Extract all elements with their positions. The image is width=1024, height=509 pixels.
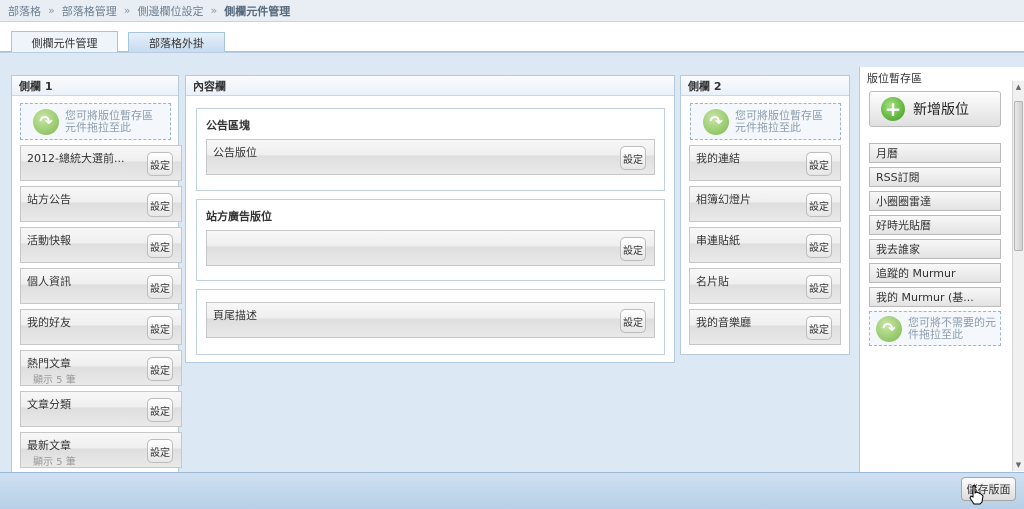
staging-item[interactable]: 小圈圈雷達 — [869, 191, 1001, 211]
settings-button[interactable]: 設定 — [620, 146, 646, 170]
staging-item[interactable]: RSS訂閱 — [869, 167, 1001, 187]
content-section: 站方廣告版位 設定 — [196, 199, 665, 281]
drop-arrow-icon: ↷ — [33, 108, 59, 135]
widget-label: 名片貼 — [696, 275, 729, 288]
scroll-down-icon[interactable]: ▼ — [1013, 459, 1024, 471]
breadcrumb-separator: » — [123, 4, 131, 17]
widget-label: 相簿幻燈片 — [696, 193, 751, 206]
settings-button[interactable]: 設定 — [147, 439, 173, 463]
section-title: 公告區塊 — [206, 119, 250, 132]
widget-item[interactable]: 頁尾描述 設定 — [206, 302, 655, 338]
breadcrumb-separator: » — [48, 4, 55, 17]
settings-button[interactable]: 設定 — [147, 357, 173, 381]
staging-item[interactable]: 月曆 — [869, 143, 1001, 163]
section-title: 站方廣告版位 — [206, 210, 272, 223]
sidebar-2-title: 側欄 2 — [681, 76, 849, 96]
widget-item[interactable]: 我的連結 設定 — [689, 145, 841, 181]
breadcrumb: 部落格 » 部落格管理 » 側邊欄位設定 » 側欄元件管理 — [0, 0, 1024, 22]
settings-button[interactable]: 設定 — [806, 193, 832, 217]
widget-item[interactable]: 串連貼紙 設定 — [689, 227, 841, 263]
widget-label: 文章分類 — [27, 398, 71, 411]
footer-bar — [0, 472, 1024, 509]
widget-label: 熱門文章 — [27, 357, 71, 370]
widget-label: 2012-總統大選前... — [27, 152, 125, 165]
settings-button[interactable]: 設定 — [147, 193, 173, 217]
sidebar-2-drop-zone[interactable]: ↷ 您可將版位暫存區 元件拖拉至此 — [690, 103, 841, 140]
breadcrumb-separator: » — [210, 4, 218, 17]
widget-label: 頁尾描述 — [213, 309, 257, 322]
sidebar-2-panel: 側欄 2 ↷ 您可將版位暫存區 元件拖拉至此 我的連結 設定 相簿幻燈片 設定 串連貼… — [680, 75, 850, 355]
staging-item[interactable]: 我的 Murmur (基... — [869, 287, 1001, 307]
widget-label: 個人資訊 — [27, 275, 71, 288]
widget-item[interactable]: 站方公告 設定 — [20, 186, 182, 222]
widget-item[interactable]: 最新文章顯示 5 筆 設定 — [20, 432, 182, 468]
widget-item[interactable]: 名片貼 設定 — [689, 268, 841, 304]
staging-area: 版位暫存區 + 新增版位 月曆 RSS訂閱 小圈圈雷達 好時光貼曆 我去誰家 追… — [859, 67, 1024, 473]
breadcrumb-sidebar-settings[interactable]: 側邊欄位設定 — [137, 3, 203, 19]
settings-button[interactable]: 設定 — [147, 316, 173, 340]
widget-label: 我的音樂廳 — [696, 316, 751, 329]
content-section: 公告區塊 公告版位 設定 — [196, 108, 665, 191]
widget-item[interactable]: 我的音樂廳 設定 — [689, 309, 841, 345]
settings-button[interactable]: 設定 — [147, 275, 173, 299]
staging-scrollbar[interactable]: ▲ ▼ — [1012, 81, 1024, 471]
add-widget-button[interactable]: + 新增版位 — [869, 91, 1001, 127]
settings-button[interactable]: 設定 — [147, 398, 173, 422]
scroll-up-icon[interactable]: ▲ — [1013, 81, 1024, 93]
settings-button[interactable]: 設定 — [147, 152, 173, 176]
tab-widget-manage[interactable]: 側欄元件管理 — [11, 31, 118, 53]
staging-drop-zone[interactable]: ↷ 您可將不需要的元 件拖拉至此 — [869, 311, 1001, 346]
staging-item[interactable]: 好時光貼曆 — [869, 215, 1001, 235]
content-title: 內容欄 — [186, 76, 674, 96]
widget-label: 站方公告 — [27, 193, 71, 206]
widget-label: 活動快報 — [27, 234, 71, 247]
tab-blog-plugins[interactable]: 部落格外掛 — [128, 32, 225, 53]
settings-button[interactable]: 設定 — [147, 234, 173, 258]
widget-item[interactable]: 活動快報 設定 — [20, 227, 182, 263]
widget-subtext: 顯示 5 筆 — [33, 457, 76, 468]
widget-label: 公告版位 — [213, 146, 257, 159]
widget-item[interactable]: 個人資訊 設定 — [20, 268, 182, 304]
content-panel: 內容欄 公告區塊 公告版位 設定 站方廣告版位 設定 頁尾描述 設定 — [185, 75, 675, 363]
widget-item[interactable]: 相簿幻燈片 設定 — [689, 186, 841, 222]
sidebar-1-title: 側欄 1 — [12, 76, 178, 96]
layout-workspace: 側欄 1 ↷ 您可將版位暫存區 元件拖拉至此 2012-總統大選前... 設定 站方… — [0, 52, 1024, 473]
widget-item[interactable]: 熱門文章顯示 5 筆 設定 — [20, 350, 182, 386]
drop-hint-line2: 元件拖拉至此 — [735, 120, 801, 134]
settings-button[interactable]: 設定 — [806, 275, 832, 299]
sidebar-1-panel: 側欄 1 ↷ 您可將版位暫存區 元件拖拉至此 2012-總統大選前... 設定 站方… — [11, 75, 182, 473]
breadcrumb-blog[interactable]: 部落格 — [8, 3, 41, 19]
drop-arrow-icon: ↷ — [876, 315, 902, 342]
hand-cursor-icon — [969, 485, 984, 505]
drop-hint-line2: 元件拖拉至此 — [65, 120, 131, 134]
staging-item[interactable]: 追蹤的 Murmur — [869, 263, 1001, 283]
widget-subtext: 顯示 5 筆 — [33, 375, 76, 386]
add-widget-label: 新增版位 — [913, 102, 969, 118]
widget-label: 我的連結 — [696, 152, 740, 165]
scrollbar-thumb[interactable] — [1014, 101, 1023, 251]
sidebar-1-drop-zone[interactable]: ↷ 您可將版位暫存區 元件拖拉至此 — [20, 103, 171, 140]
breadcrumb-current: 側欄元件管理 — [224, 4, 291, 18]
plus-icon: + — [881, 97, 905, 121]
widget-label: 串連貼紙 — [696, 234, 740, 247]
settings-button[interactable]: 設定 — [806, 234, 832, 258]
widget-item[interactable]: 公告版位 設定 — [206, 139, 655, 175]
widget-item[interactable]: 文章分類 設定 — [20, 391, 182, 427]
settings-button[interactable]: 設定 — [620, 309, 646, 333]
tab-bar: 側欄元件管理 部落格外掛 — [0, 22, 1024, 53]
widget-item[interactable]: 2012-總統大選前... 設定 — [20, 145, 182, 181]
widget-item[interactable]: 我的好友 設定 — [20, 309, 182, 345]
widget-label: 我的好友 — [27, 316, 71, 329]
widget-label: 最新文章 — [27, 439, 71, 452]
content-section: 頁尾描述 設定 — [196, 289, 665, 355]
settings-button[interactable]: 設定 — [806, 316, 832, 340]
staging-item[interactable]: 我去誰家 — [869, 239, 1001, 259]
drop-arrow-icon: ↷ — [703, 108, 729, 135]
settings-button[interactable]: 設定 — [806, 152, 832, 176]
breadcrumb-blog-manage[interactable]: 部落格管理 — [62, 3, 117, 19]
drop-hint-line2: 件拖拉至此 — [908, 327, 963, 341]
widget-item[interactable]: 設定 — [206, 230, 655, 266]
staging-title: 版位暫存區 — [867, 72, 922, 85]
settings-button[interactable]: 設定 — [620, 237, 646, 261]
